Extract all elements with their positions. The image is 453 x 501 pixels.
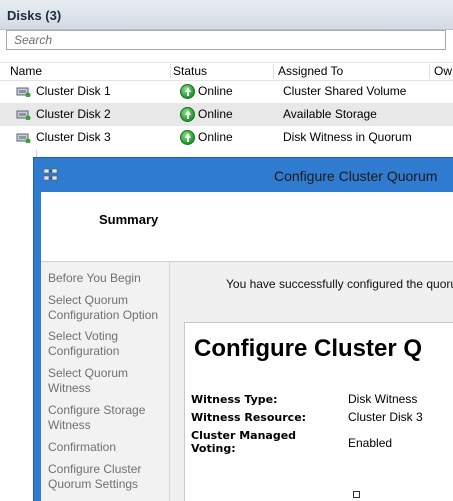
nav-step-before-you-begin[interactable]: Before You Begin: [48, 271, 166, 286]
resize-handle[interactable]: [353, 491, 360, 498]
report-title: Configure Cluster Q: [194, 335, 423, 362]
disk-icon: [16, 87, 31, 97]
online-status-icon: [180, 107, 195, 122]
column-header-name[interactable]: Name: [6, 64, 171, 79]
disk-assigned-to: Cluster Shared Volume: [283, 84, 407, 98]
nav-step-configure-storage-witness[interactable]: Configure Storage Witness: [48, 403, 166, 433]
table-row[interactable]: Cluster Disk 3 Online Disk Witness in Qu…: [0, 126, 453, 149]
witness-resource-label: Witness Resource:: [191, 411, 307, 424]
nav-step-select-quorum-witness[interactable]: Select Quorum Witness: [48, 366, 166, 396]
column-header-assigned-to[interactable]: Assigned To: [274, 64, 430, 79]
cluster-managed-voting-label: Cluster Managed Voting:: [191, 429, 297, 455]
cluster-managed-voting-value: Enabled: [348, 436, 393, 450]
disks-pane-header: Disks (3): [0, 0, 453, 30]
nav-step-configure-cluster-quorum-settings[interactable]: Configure Cluster Quorum Settings: [48, 462, 166, 492]
disk-status: Online: [198, 107, 233, 121]
background-pane: [0, 150, 37, 501]
cluster-app-icon: [44, 168, 58, 181]
wizard-title: Configure Cluster Quorum: [274, 168, 438, 184]
disk-name: Cluster Disk 1: [36, 84, 111, 98]
disk-status: Online: [198, 84, 233, 98]
nav-step-select-quorum-configuration[interactable]: Select Quorum Configuration Option: [48, 293, 166, 323]
column-headers: Name Status Assigned To Ow: [0, 62, 453, 81]
search-input[interactable]: Search: [6, 30, 446, 50]
wizard-title-bar[interactable]: Configure Cluster Quorum: [34, 158, 453, 192]
witness-resource-value: Cluster Disk 3: [348, 410, 423, 424]
disk-assigned-to: Available Storage: [283, 107, 377, 121]
witness-type-label: Witness Type:: [191, 393, 278, 406]
success-message: You have successfully configured the quo…: [226, 277, 453, 291]
witness-type-value: Disk Witness: [348, 392, 418, 406]
page-title: Summary: [99, 212, 159, 227]
online-status-icon: [180, 84, 195, 99]
online-status-icon: [180, 130, 195, 145]
wizard-header: Summary: [41, 192, 453, 262]
table-row[interactable]: Cluster Disk 2 Online Available Storage: [0, 103, 453, 126]
wizard-steps-nav: Before You Begin Select Quorum Configura…: [41, 262, 170, 501]
summary-report: Configure Cluster Q Witness Type: Disk W…: [184, 322, 453, 501]
column-header-status[interactable]: Status: [169, 64, 274, 79]
disk-icon: [16, 110, 31, 120]
wizard-client-area: Summary Before You Begin Select Quorum C…: [41, 192, 453, 501]
disk-icon: [16, 133, 31, 143]
disk-assigned-to: Disk Witness in Quorum: [283, 130, 412, 144]
disk-name: Cluster Disk 3: [36, 130, 111, 144]
column-header-owner[interactable]: Ow: [430, 64, 453, 79]
configure-quorum-wizard: Configure Cluster Quorum Summary Before …: [34, 158, 453, 501]
nav-step-select-voting-configuration[interactable]: Select Voting Configuration: [48, 329, 166, 359]
disk-name: Cluster Disk 2: [36, 107, 111, 121]
table-row[interactable]: Cluster Disk 1 Online Cluster Shared Vol…: [0, 80, 453, 103]
wizard-content: You have successfully configured the quo…: [170, 262, 453, 501]
search-placeholder: Search: [14, 33, 53, 47]
disks-title: Disks (3): [7, 8, 62, 23]
nav-step-confirmation[interactable]: Confirmation: [48, 440, 166, 455]
disk-status: Online: [198, 130, 233, 144]
